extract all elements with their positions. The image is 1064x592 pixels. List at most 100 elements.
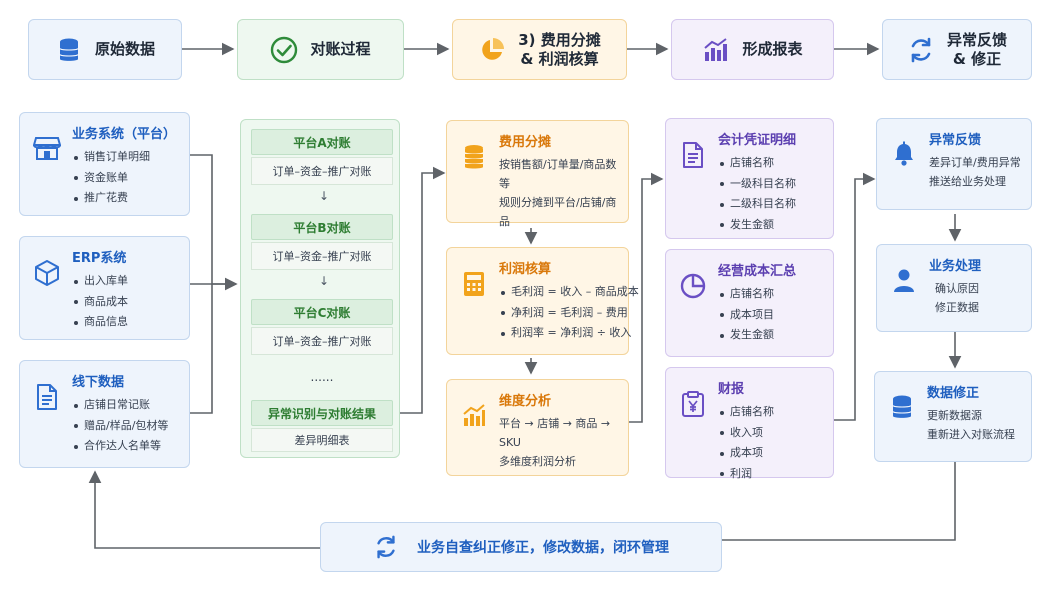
list-item: 店铺名称 — [718, 153, 823, 174]
list-item: 销售订单明细 — [72, 147, 179, 168]
reconcile-result-head: 异常识别与对账结果 — [251, 400, 393, 426]
calculator-icon — [459, 258, 489, 346]
store-icon — [32, 123, 62, 207]
list-item: 发生金额 — [718, 215, 823, 236]
card-title: 费用分摊 — [499, 135, 552, 150]
card-line: 规则分摊到平台/店铺/商品 — [499, 196, 617, 228]
clipboard-yen-icon — [678, 378, 708, 469]
list-item: 净利润 = 毛利润 – 费用 — [499, 303, 639, 324]
card-line: 平台 → 店铺 → 商品 → SKU — [499, 417, 611, 449]
stage-feedback: 异常反馈 & 修正 — [882, 19, 1032, 80]
document-icon — [32, 371, 62, 459]
reconcile-panel: 平台A对账 订单–资金–推广对账 ↓ 平台B对账 订单–资金–推广对账 ↓ 平台… — [240, 119, 400, 458]
arrow-loop-sources — [88, 470, 320, 549]
cost-allocation-card: 费用分摊 按销售额/订单量/商品数等 规则分摊到平台/店铺/商品 — [446, 120, 629, 228]
card-line: 更新数据源 — [927, 409, 982, 422]
platform-a-sub: 订单–资金–推广对账 — [251, 157, 393, 185]
card-line: 确认原因 — [935, 282, 979, 295]
list-item: 推广花费 — [72, 188, 179, 209]
platform-b-sub: 订单–资金–推广对账 — [251, 242, 393, 270]
check-circle-icon — [270, 36, 298, 64]
database-icon — [55, 36, 83, 64]
arrow-source-3 — [190, 284, 213, 414]
source-erp-system: ERP系统 出入库单 商品成本 商品信息 — [19, 236, 190, 340]
list-item: 二级科目名称 — [718, 194, 823, 215]
refresh-icon — [373, 534, 399, 560]
report-financial-card: 财报 店铺名称 收入项 成本项 利润 — [665, 367, 834, 480]
list-item: 赠品/样品/包材等 — [72, 416, 179, 437]
card-title: 线下数据 — [72, 375, 125, 390]
pie-chart-icon — [678, 260, 708, 348]
stage-label: 原始数据 — [94, 40, 155, 58]
dimension-analysis-card: 维度分析 平台 → 店铺 → 商品 → SKU 多维度利润分析 — [446, 379, 629, 476]
list-item: 商品信息 — [72, 312, 179, 333]
loop-label: 业务自查纠正修正，修改数据，闭环管理 — [417, 540, 669, 556]
ellipsis: ...... — [310, 370, 334, 384]
card-title: 异常反馈 — [929, 133, 982, 148]
stage-label: 形成报表 — [742, 40, 803, 58]
card-title: 业务系统（平台） — [72, 127, 177, 142]
card-line: 多维度利润分析 — [499, 455, 576, 468]
stage-label: 对账过程 — [310, 40, 371, 58]
list-item: 合作达人名单等 — [72, 436, 179, 457]
cube-icon — [32, 247, 62, 331]
list-item: 资金账单 — [72, 168, 179, 189]
list-item: 出入库单 — [72, 271, 179, 292]
profit-accounting-card: 利润核算 毛利润 = 收入 – 商品成本 净利润 = 毛利润 – 费用 利润率 … — [446, 247, 639, 355]
platform-c-sub: 订单–资金–推广对账 — [251, 327, 393, 355]
bell-icon — [889, 129, 919, 201]
list-item: 店铺日常记账 — [72, 395, 179, 416]
feedback-handling-card: 业务处理 确认原因 修正数据 — [876, 244, 1032, 332]
stage-reconcile: 对账过程 — [237, 19, 404, 80]
arrow-reports-feedback — [834, 172, 876, 421]
platform-c-head: 平台C对账 — [251, 299, 393, 325]
card-title: 数据修正 — [927, 386, 980, 401]
platform-b-head: 平台B对账 — [251, 214, 393, 240]
source-offline-data: 线下数据 店铺日常记账 赠品/样品/包材等 合作达人名单等 — [19, 360, 190, 468]
feedback-data-fix-card: 数据修正 更新数据源 重新进入对账流程 — [874, 371, 1032, 462]
list-item: 收入项 — [718, 423, 823, 444]
bar-chart-icon — [702, 36, 730, 64]
down-arrow-icon: ↓ — [319, 189, 330, 203]
feedback-exception-card: 异常反馈 差异订单/费用异常 推送给业务处理 — [876, 118, 1032, 210]
card-title: ERP系统 — [72, 251, 127, 266]
list-item: 店铺名称 — [718, 402, 823, 423]
down-arrow-icon: ↓ — [319, 274, 330, 288]
list-item: 店铺名称 — [718, 284, 823, 305]
list-item: 成本项 — [718, 443, 823, 464]
card-title: 业务处理 — [929, 259, 982, 274]
platform-a-head: 平台A对账 — [251, 129, 393, 155]
growth-chart-icon — [459, 390, 489, 467]
source-business-system: 业务系统（平台） 销售订单明细 资金账单 推广花费 — [19, 112, 190, 216]
card-line: 重新进入对账流程 — [927, 428, 1015, 441]
card-line: 差异订单/费用异常 — [929, 156, 1021, 169]
reconcile-result-sub: 差异明细表 — [251, 428, 393, 452]
list-item: 一级科目名称 — [718, 174, 823, 195]
arrow-source-1 — [190, 154, 238, 291]
stage-raw-data: 原始数据 — [28, 19, 182, 80]
card-title: 利润核算 — [499, 262, 552, 277]
card-title: 维度分析 — [499, 394, 552, 409]
list-item: 利润率 = 净利润 ÷ 收入 — [499, 323, 639, 344]
card-line: 修正数据 — [935, 301, 979, 314]
user-icon — [889, 255, 919, 323]
list-item: 利润 — [718, 464, 823, 485]
list-item: 发生金额 — [718, 325, 823, 346]
list-item: 商品成本 — [72, 292, 179, 313]
list-item: 毛利润 = 收入 – 商品成本 — [499, 282, 639, 303]
card-line: 推送给业务处理 — [929, 175, 1006, 188]
stage-label: 异常反馈 & 修正 — [946, 30, 1007, 68]
database-icon — [887, 382, 917, 453]
coins-icon — [459, 131, 489, 214]
card-title: 会计凭证明细 — [718, 133, 797, 148]
closed-loop-banner: 业务自查纠正修正，修改数据，闭环管理 — [320, 522, 722, 572]
report-voucher-card: 会计凭证明细 店铺名称 一级科目名称 二级科目名称 发生金额 — [665, 118, 834, 239]
stage-label: 3) 费用分摊 & 利润核算 — [518, 30, 601, 68]
card-title: 财报 — [718, 382, 745, 397]
card-line: 按销售额/订单量/商品数等 — [499, 158, 617, 190]
card-title: 经营成本汇总 — [718, 264, 797, 279]
list-item: 成本项目 — [718, 305, 823, 326]
refresh-icon — [907, 36, 935, 64]
pie-chart-icon — [478, 36, 506, 64]
stage-reports: 形成报表 — [671, 19, 834, 80]
